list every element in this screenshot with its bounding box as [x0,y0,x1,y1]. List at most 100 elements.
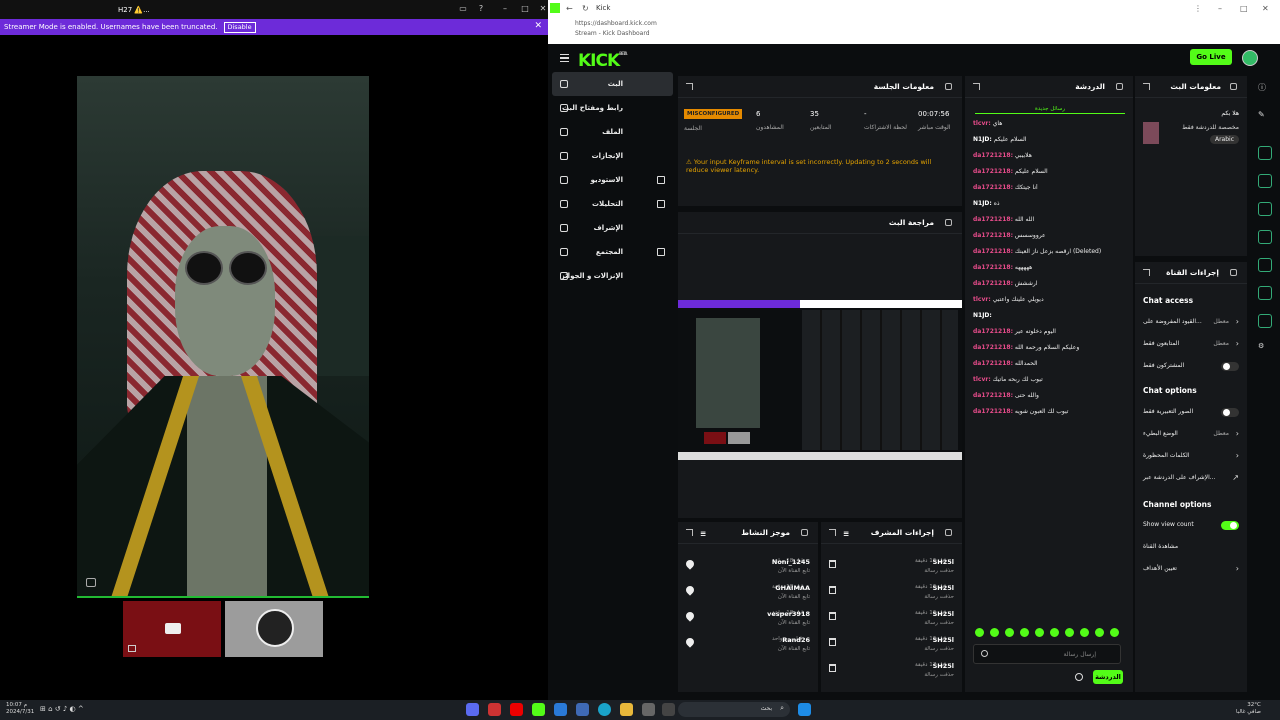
windows-start-icon[interactable] [798,703,811,716]
search-box[interactable]: بحث ⌕ [678,702,790,717]
chat-username[interactable]: da1721218: [973,232,1013,239]
app-icon[interactable] [576,703,589,716]
menu-icon[interactable]: ⋮ [1194,4,1202,13]
banner-close-icon[interactable]: ✕ [534,21,542,31]
external-link-icon[interactable] [1143,83,1150,90]
edge-icon[interactable] [598,703,611,716]
edit-icon[interactable]: ✎ [1258,110,1272,124]
reload-icon[interactable]: ↻ [582,4,589,13]
chat-username[interactable]: tlcvr: [973,296,991,303]
sidebar-item-stream-key[interactable]: رابط ومفتاح البث [552,96,673,120]
sidebar-item-stream[interactable]: البث [552,72,673,96]
emoji-icon[interactable] [981,650,988,657]
help-icon[interactable]: ? [476,4,486,14]
chat-username[interactable]: da1721218: [973,248,1013,255]
chat-username[interactable]: da1721218: [973,392,1013,399]
youtube-icon[interactable] [510,703,523,716]
sidebar-item-achievements[interactable]: الإنجازات [552,144,673,168]
chat-moderation-option[interactable]: الإشراف على الدردشة عبر... ↗ [1143,473,1239,490]
external-link-icon[interactable] [686,83,693,90]
close-icon[interactable]: ✕ [538,4,548,14]
bolt-icon[interactable] [1258,174,1272,188]
close-icon[interactable]: ✕ [1262,4,1269,13]
chat-username[interactable]: da1721218: [973,280,1013,287]
app-icon[interactable] [466,703,479,716]
chat-username[interactable]: tlcvr: [973,120,991,127]
kick-icon[interactable] [532,703,545,716]
chat-username[interactable]: da1721218: [973,168,1013,175]
restrictions-option[interactable]: القيود المفروضة على... معطل › [1143,317,1239,334]
chat-username[interactable]: da1721218: [973,328,1013,335]
sidebar-item-community[interactable]: المجتمع [552,240,673,264]
chat-username[interactable]: da1721218: [973,152,1013,159]
snap-icon[interactable]: ▭ [458,4,468,14]
settings-icon[interactable]: ⚙ [1258,342,1272,356]
preview-icon[interactable] [1258,286,1272,300]
gear-icon[interactable] [1075,673,1083,681]
maximize-icon[interactable]: □ [1240,4,1248,13]
slow-mode-option[interactable]: الوضع البطيء معطل › [1143,429,1239,446]
filter-icon[interactable]: ≡ [700,529,707,538]
edit-icon[interactable] [1230,83,1237,90]
chat-username[interactable]: da1721218: [973,408,1013,415]
filter-icon[interactable]: ≡ [843,529,850,538]
chat-username[interactable]: N1JD: [973,312,992,319]
app-icon[interactable] [642,703,655,716]
avatar[interactable] [1242,50,1258,66]
popout-icon[interactable] [86,578,96,587]
broadcast-icon[interactable] [1258,258,1272,272]
subscribers-only-option[interactable]: المشتركون فقط [1143,362,1239,378]
user-tile[interactable] [225,601,323,657]
external-link-icon[interactable] [973,83,980,90]
layout-icon[interactable] [1258,146,1272,160]
external-link-icon[interactable] [686,529,693,536]
popout-icon[interactable] [128,645,136,652]
external-link-icon[interactable] [1143,269,1150,276]
list-icon[interactable] [1258,202,1272,216]
go-live-button[interactable]: Go Live [1190,49,1232,65]
chat-username[interactable]: da1721218: [973,264,1013,271]
disable-button[interactable]: Disable [223,21,256,33]
tab-title[interactable]: Kick [596,4,610,12]
show-view-count-option[interactable]: Show view count [1143,521,1239,537]
sidebar-item-moderation[interactable]: الإشراف [552,216,673,240]
send-chat-button[interactable]: الدردشة [1093,670,1123,684]
sidebar-item-profile[interactable]: الملف [552,120,673,144]
emote-bar[interactable] [975,628,1125,638]
chat-icon[interactable] [1258,230,1272,244]
hamburger-icon[interactable] [560,54,569,62]
set-goals-option[interactable]: تعيين الأهداف › [1143,564,1239,581]
chat-username[interactable]: da1721218: [973,344,1013,351]
watch-channel-option[interactable]: مشاهدة القناة [1143,543,1239,559]
chat-input[interactable]: إرسال رسالة [973,644,1121,664]
minimize-icon[interactable]: – [500,4,510,14]
chat-username[interactable]: N1JD: [973,200,992,207]
emote-only-option[interactable]: الصور التعبيرية فقط [1143,408,1239,424]
camera-tile[interactable] [123,601,221,657]
toggle[interactable] [1221,362,1239,371]
sidebar-item-analytics[interactable]: التحليلات [552,192,673,216]
toggle[interactable] [1221,521,1239,530]
folder-icon[interactable] [620,703,633,716]
sidebar-item-studio[interactable]: الاستوديو [552,168,673,192]
maximize-icon[interactable]: □ [520,4,530,14]
app-icon[interactable] [662,703,675,716]
app-icon[interactable] [554,703,567,716]
url-bar[interactable]: https://dashboard.kick.com [575,20,657,27]
chat-username[interactable]: N1JD: [973,136,992,143]
banned-words-option[interactable]: الكلمات المحظورة › [1143,451,1239,468]
app-icon[interactable] [488,703,501,716]
chat-username[interactable]: da1721218: [973,360,1013,367]
chat-username[interactable]: tlcvr: [973,376,991,383]
followers-only-option[interactable]: المتابعون فقط معطل › [1143,339,1239,356]
minimize-icon[interactable]: – [1218,4,1222,13]
sidebar-item-drops[interactable]: الإنزالات و الجوائز [552,264,673,288]
chat-username[interactable]: da1721218: [973,216,1013,223]
stream-preview-video[interactable] [678,300,962,460]
tool-icon[interactable] [1258,314,1272,328]
external-link-icon[interactable] [829,529,836,536]
weather[interactable]: 32°C صافي غالبا [1236,702,1261,716]
toggle[interactable] [1221,408,1239,417]
chat-username[interactable]: da1721218: [973,184,1013,191]
kick-logo[interactable]: KICKBETA [578,51,627,71]
